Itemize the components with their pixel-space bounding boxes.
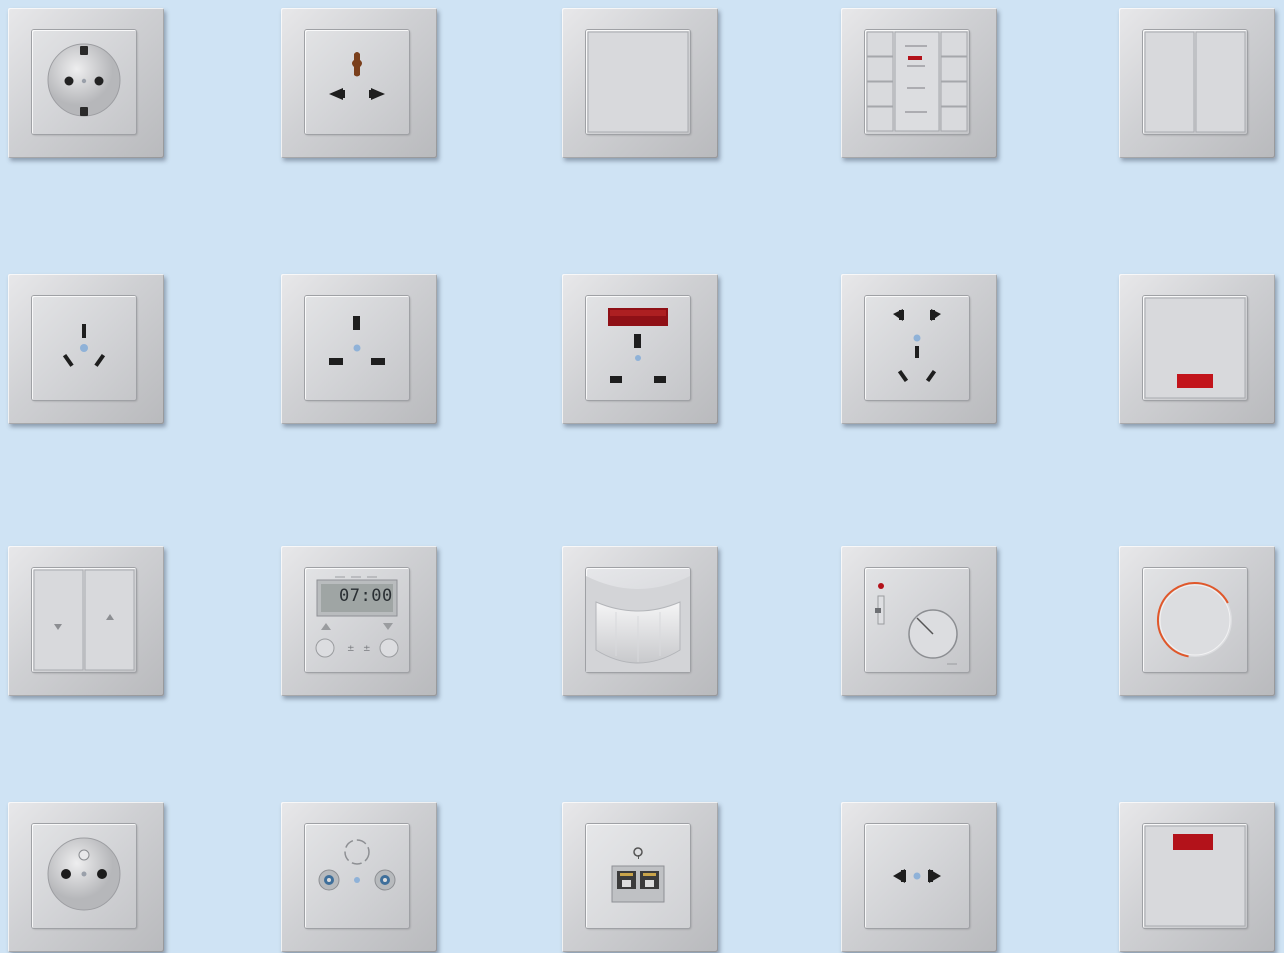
motion-sensor-icon [586,576,690,672]
timer-display: 07:00 [339,586,393,606]
rocker-switch-with-indicator[interactable] [1119,274,1275,424]
switch-red-indicator-icon [1144,825,1246,927]
chinese-combi-socket-icon [893,309,941,383]
socket-insert [865,824,969,928]
french-socket[interactable] [8,802,164,952]
dimmer-insert [1143,568,1247,672]
rocker-indicator-icon [1144,297,1246,399]
socket-insert [305,296,409,400]
socket-insert [865,296,969,400]
multi-standard-socket-icon [329,52,385,100]
socket-insert [32,296,136,400]
british-socket-icon [329,316,385,365]
tv-radio-sat-outlet-icon [318,839,396,891]
socket-insert [32,30,136,134]
room-thermostat[interactable] [841,546,997,696]
socket-insert [586,296,690,400]
detector-insert [586,568,690,672]
double-rocker-icon [1144,31,1246,133]
svg-text:±: ± [363,644,371,654]
timer-icon: ± ± [315,576,399,658]
thermostat-insert [865,568,969,672]
euro-socket[interactable] [841,802,997,952]
switch-frame [32,568,136,672]
french-socket-icon [47,837,121,911]
chinese-combi-socket[interactable] [841,274,997,424]
double-rocker-switch[interactable] [1119,8,1275,158]
schuko-socket[interactable] [8,8,164,158]
schuko-socket-icon [47,43,121,117]
multi-standard-socket[interactable] [281,8,437,158]
rj45-outlet-icon [611,847,665,903]
blind-up-down-icon [33,569,135,671]
british-socket-indicator-icon [608,308,668,383]
dimmer-knob-icon [1157,582,1233,658]
single-rocker-switch[interactable] [562,8,718,158]
socket-insert [32,824,136,928]
motion-detector [562,546,718,696]
rotary-dimmer[interactable] [1119,546,1275,696]
timer-insert: ± ± 07:00 [305,568,409,672]
svg-text:±: ± [347,644,355,654]
australian-socket-icon [62,324,106,367]
switch-frame [1143,30,1247,134]
push-button-panel-icon [866,31,968,132]
outlet-insert [586,824,690,928]
switch-frame [1143,296,1247,400]
euro-socket-icon [893,869,941,883]
network-data-outlet[interactable] [562,802,718,952]
outlet-insert [305,824,409,928]
british-socket[interactable] [281,274,437,424]
rocker-icon [587,31,689,133]
switch-with-indicator[interactable] [1119,802,1275,952]
british-socket-with-indicator[interactable] [562,274,718,424]
thermostat-icon [875,583,958,665]
australian-socket[interactable] [8,274,164,424]
socket-insert [305,30,409,134]
blind-switch[interactable] [8,546,164,696]
button-panel-insert [865,30,969,134]
antenna-outlet[interactable] [281,802,437,952]
switch-frame [586,30,690,134]
digital-timer[interactable]: ± ± 07:00 [281,546,437,696]
push-button-panel[interactable] [841,8,997,158]
switch-frame [1143,824,1247,928]
